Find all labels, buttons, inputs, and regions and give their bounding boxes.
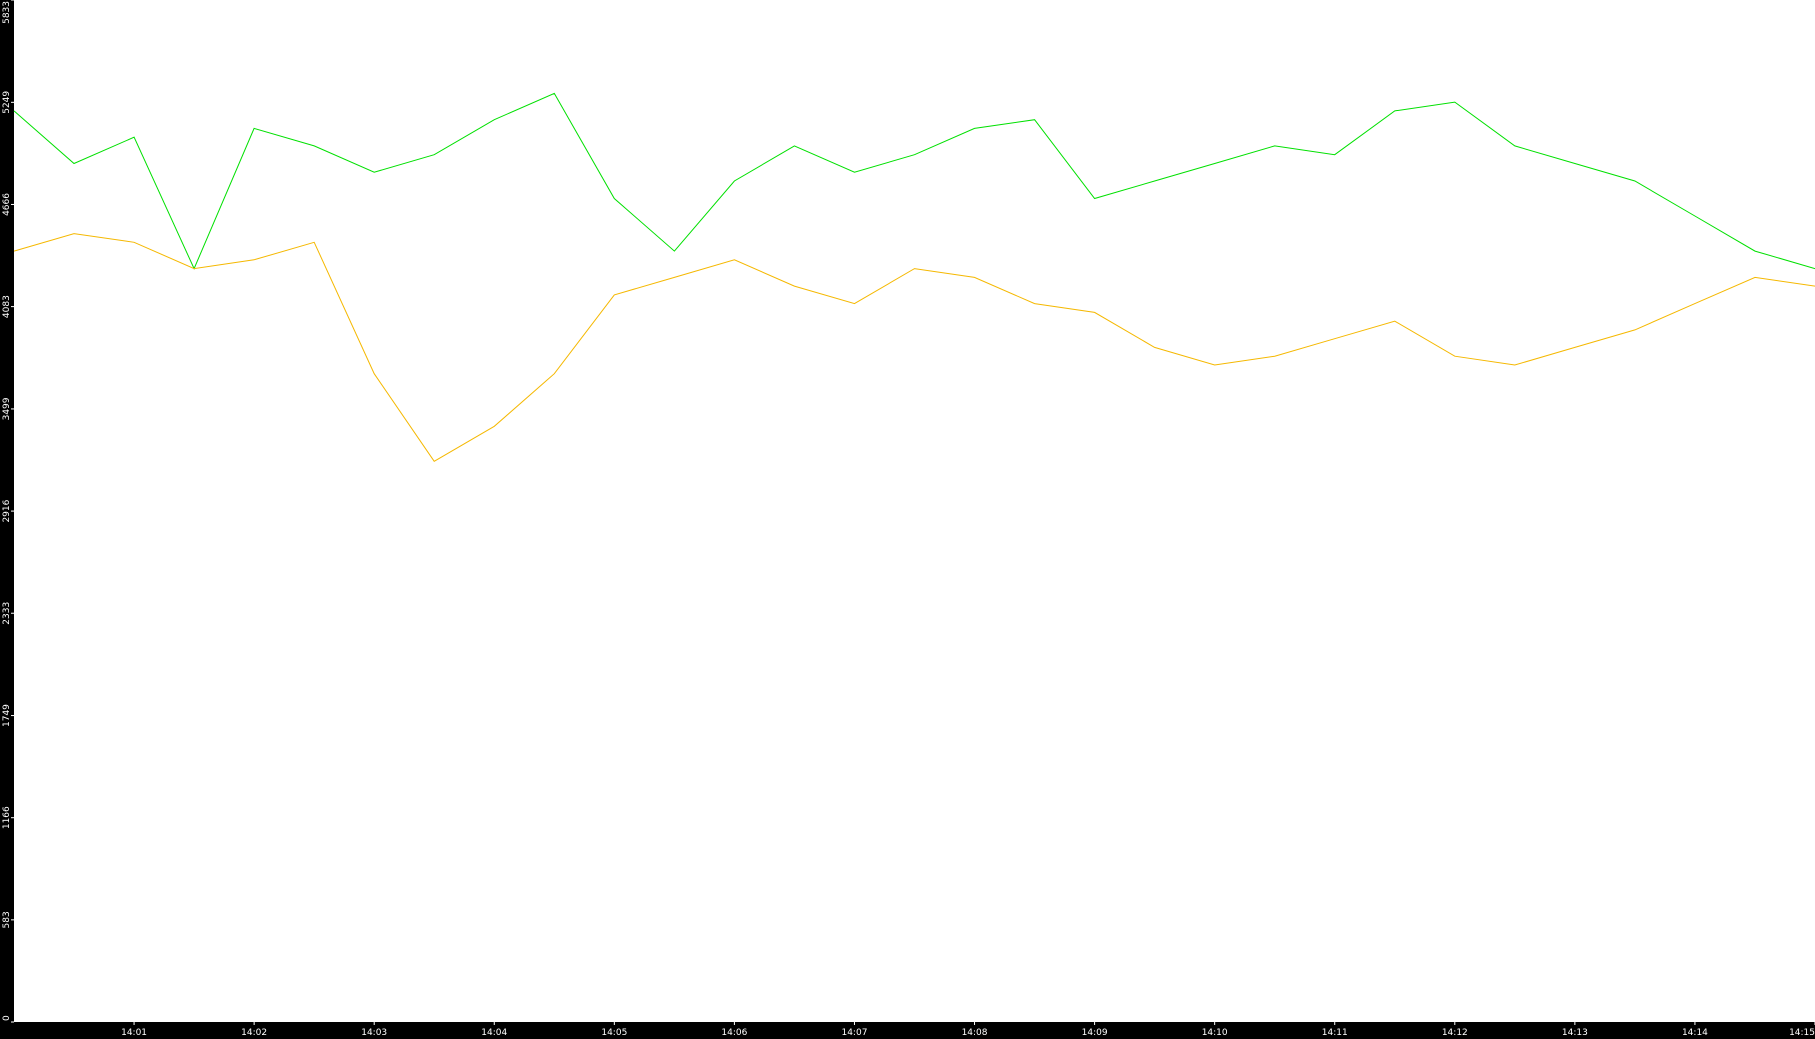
line-chart: 0 583 1166 1749 2333 2916 3499 4083 4666 5249 5833… <box>2 0 1815 1038</box>
x-tick-label: 14:15 <box>1789 1028 1815 1038</box>
x-tick-label: 14:09 <box>1082 1028 1108 1038</box>
y-axis: 0 583 1166 1749 2333 2916 3499 4083 4666 5249 5833 <box>2 0 14 1023</box>
y-tick-label: 4666 <box>2 193 12 216</box>
x-tick-label: 14:04 <box>481 1028 507 1038</box>
x-tick-label: 14:05 <box>601 1028 627 1038</box>
y-tick-label: 2333 <box>2 602 12 625</box>
y-tick-label: 3499 <box>2 397 12 420</box>
y-tick-label: 5833 <box>2 1 12 24</box>
x-tick-label: 14:14 <box>1682 1028 1708 1038</box>
y-tick-label: 0 <box>2 1015 12 1021</box>
x-tick-label: 14:03 <box>361 1028 387 1038</box>
x-tick-label: 14:12 <box>1442 1028 1468 1038</box>
x-tick-label: 14:06 <box>721 1028 747 1038</box>
x-tick-label: 14:10 <box>1202 1028 1228 1038</box>
x-axis: 14:01 14:02 14:03 14:04 14:05 14:06 14:07 14:08… <box>121 1022 1815 1038</box>
y-tick-label: 4083 <box>2 295 12 318</box>
y-tick-label: 5249 <box>2 91 12 114</box>
y-tick-label: 1749 <box>2 704 12 727</box>
y-tick-label: 1166 <box>2 806 12 829</box>
x-tick-label: 14:13 <box>1562 1028 1588 1038</box>
x-tick-label: 14:11 <box>1322 1028 1348 1038</box>
y-tick-label: 583 <box>2 911 12 928</box>
x-tick-label: 14:01 <box>121 1028 147 1038</box>
x-tick-label: 14:02 <box>241 1028 267 1038</box>
x-tick-label: 14:08 <box>962 1028 988 1038</box>
y-tick-label: 2916 <box>2 499 12 522</box>
x-tick-label: 14:07 <box>841 1028 867 1038</box>
plot-area <box>14 0 1815 1022</box>
